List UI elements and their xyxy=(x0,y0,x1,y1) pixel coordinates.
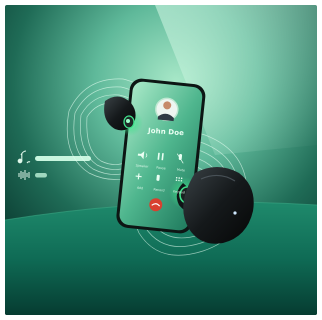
level-bar-secondary xyxy=(35,173,47,178)
record-icon xyxy=(156,174,160,181)
level-bar-primary xyxy=(35,156,91,161)
earbuds-scene xyxy=(5,5,317,315)
product-photo: John Doe Speaker Pause Mute Add Record K… xyxy=(5,5,317,315)
status-led xyxy=(233,211,237,215)
